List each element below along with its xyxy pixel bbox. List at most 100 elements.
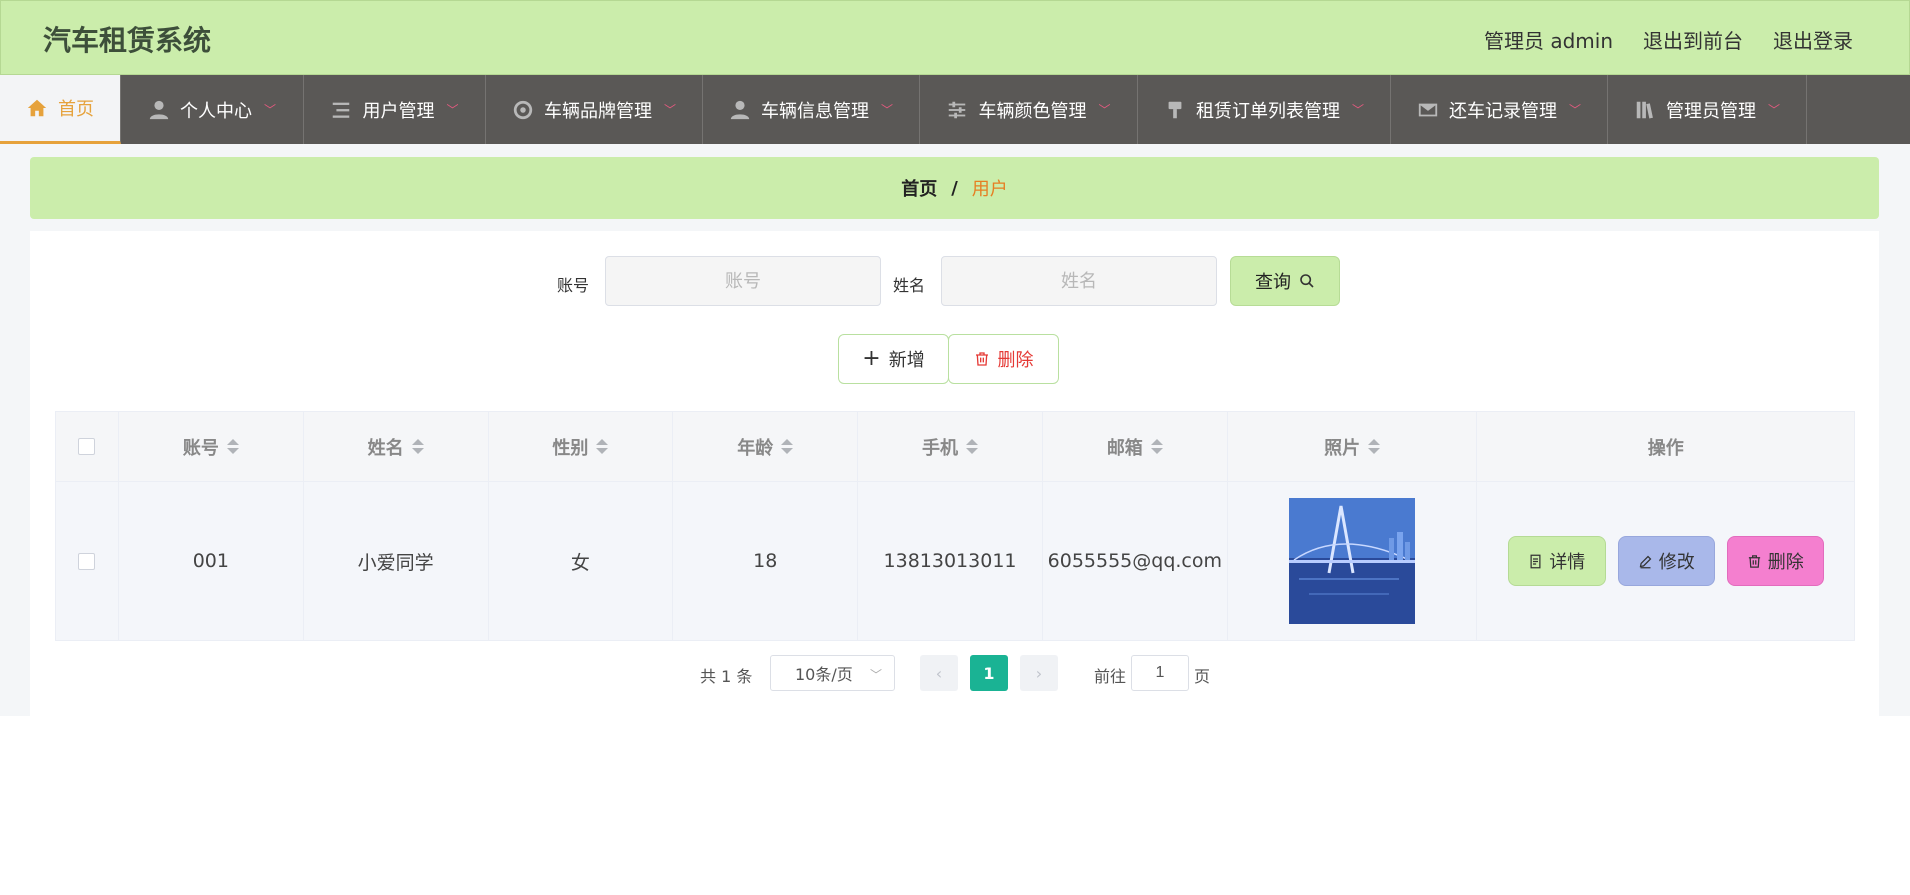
add-button-label: 新增 (888, 350, 925, 371)
sort-icon (1150, 439, 1163, 454)
cell-phone: 13813013011 (858, 482, 1043, 640)
select-all-checkbox[interactable] (78, 438, 96, 455)
breadcrumb: 首页 / 用户 (30, 157, 1879, 219)
row-checkbox[interactable] (78, 552, 96, 570)
page-number-button[interactable]: 1 (970, 655, 1008, 691)
header-select-cell (56, 412, 119, 481)
pencil-icon (1639, 555, 1652, 568)
header-label: 姓名 (367, 437, 404, 459)
document-icon (1530, 554, 1541, 568)
header-gender[interactable]: 性别 (489, 412, 674, 481)
sort-icon (966, 439, 979, 454)
chevron-down-icon: ﹀ (446, 103, 459, 117)
search-icon (1300, 274, 1314, 288)
detail-label: 详情 (1549, 552, 1586, 573)
nav-item-home[interactable]: 首页 (0, 75, 121, 144)
chevron-down-icon: ﹀ (1767, 103, 1780, 117)
header-age[interactable]: 年龄 (673, 412, 859, 481)
trash-icon (1748, 554, 1760, 568)
header-account[interactable]: 账号 (119, 412, 304, 481)
breadcrumb-home[interactable]: 首页 (901, 175, 937, 201)
pagination-total: 共 1 条 (700, 667, 753, 686)
row-select-cell (56, 482, 119, 640)
sort-icon (226, 439, 239, 454)
books-icon (1636, 101, 1653, 118)
name-label: 姓名 (893, 276, 926, 295)
page-suffix: 页 (1194, 667, 1211, 686)
logout-link[interactable]: 退出登录 (1773, 25, 1853, 54)
nav-item-admin[interactable]: 管理员管理 ﹀ (1608, 75, 1807, 144)
page-size-select[interactable]: 10条/页 ﹀ (770, 655, 895, 691)
detail-button[interactable]: 详情 (1507, 536, 1606, 586)
nav-item-profile[interactable]: 个人中心 ﹀ (121, 75, 304, 144)
nav-item-label: 车辆信息管理 (760, 100, 869, 122)
chevron-down-icon: ﹀ (263, 103, 276, 117)
top-header: 汽车租赁系统 管理员 admin 退出到前台 退出登录 (0, 0, 1910, 75)
edit-button[interactable]: 修改 (1617, 536, 1715, 586)
header-name[interactable]: 姓名 (304, 412, 489, 481)
nav-item-label: 车辆颜色管理 (978, 100, 1087, 122)
sort-icon (411, 439, 424, 454)
batch-delete-label: 删除 (997, 350, 1034, 371)
user-icon (730, 100, 750, 119)
table-row: 001 小爱同学 女 18 13813013011 6055555@qq.com (56, 482, 1854, 640)
account-label: 账号 (557, 276, 590, 295)
query-button-label: 查询 (1255, 272, 1291, 293)
nav-item-label: 车辆品牌管理 (543, 100, 652, 122)
nav-item-users[interactable]: 用户管理 ﹀ (304, 75, 486, 144)
nav-item-rental-orders[interactable]: 租赁订单列表管理 ﹀ (1138, 75, 1391, 144)
chevron-right-icon: › (1035, 663, 1043, 683)
chevron-left-icon: ‹ (935, 663, 943, 683)
users-table: 账号 姓名 性别 年龄 手机 邮箱 照片 操作 001 小爱同学 女 18 13… (55, 411, 1855, 641)
prev-page-button[interactable]: ‹ (920, 655, 958, 691)
breadcrumb-separator: / (951, 177, 958, 199)
account-search-input[interactable] (605, 256, 881, 306)
cell-gender: 女 (489, 482, 674, 640)
nav-item-label: 首页 (58, 99, 94, 120)
sort-icon (1368, 439, 1381, 454)
sort-icon (781, 439, 794, 454)
nav-item-car-color[interactable]: 车辆颜色管理 ﹀ (920, 75, 1138, 144)
home-icon (27, 99, 47, 117)
cell-account: 001 (119, 482, 304, 640)
table-header: 账号 姓名 性别 年龄 手机 邮箱 照片 操作 (56, 412, 1854, 482)
user-icon (149, 100, 169, 119)
list-icon (333, 102, 350, 118)
row-delete-button[interactable]: 删除 (1726, 536, 1824, 586)
edit-label: 修改 (1658, 552, 1695, 573)
nav-item-car-info[interactable]: 车辆信息管理 ﹀ (703, 75, 920, 144)
goto-label: 前往 (1094, 667, 1127, 686)
nav-item-car-brand[interactable]: 车辆品牌管理 ﹀ (486, 75, 703, 144)
cell-actions: 详情 修改 删除 (1477, 482, 1854, 640)
header-actions: 操作 (1477, 412, 1854, 481)
breadcrumb-current: 用户 (971, 179, 1008, 200)
exit-to-frontend-link[interactable]: 退出到前台 (1643, 25, 1743, 54)
admin-user-link[interactable]: 管理员 admin (1484, 25, 1613, 54)
nav-item-label: 还车记录管理 (1448, 100, 1557, 122)
bridge-image-icon (1289, 498, 1416, 624)
nav-item-label: 个人中心 (179, 100, 252, 122)
batch-delete-button[interactable]: 删除 (948, 334, 1059, 384)
trash-icon (975, 352, 988, 366)
next-page-button[interactable]: › (1020, 655, 1058, 691)
query-button[interactable]: 查询 (1230, 256, 1340, 306)
header-email[interactable]: 邮箱 (1043, 412, 1228, 481)
header-label: 照片 (1324, 437, 1361, 459)
circle-icon (513, 100, 533, 119)
goto-page-input[interactable] (1131, 655, 1189, 691)
header-photo[interactable]: 照片 (1228, 412, 1478, 481)
cell-email: 6055555@qq.com (1043, 482, 1228, 640)
nav-item-return-records[interactable]: 还车记录管理 ﹀ (1391, 75, 1608, 144)
app-title: 汽车租赁系统 (43, 24, 212, 57)
user-photo-thumbnail[interactable] (1289, 498, 1416, 624)
cell-age: 18 (673, 482, 859, 640)
row-delete-label: 删除 (1767, 552, 1804, 573)
nav-item-label: 租赁订单列表管理 (1195, 100, 1340, 122)
add-button[interactable]: + 新增 (838, 334, 949, 384)
name-search-input[interactable] (941, 256, 1217, 306)
plus-icon: + (862, 346, 881, 371)
header-phone[interactable]: 手机 (858, 412, 1043, 481)
cell-name: 小爱同学 (304, 482, 489, 640)
header-label: 手机 (922, 437, 959, 459)
header-label: 年龄 (737, 437, 774, 459)
